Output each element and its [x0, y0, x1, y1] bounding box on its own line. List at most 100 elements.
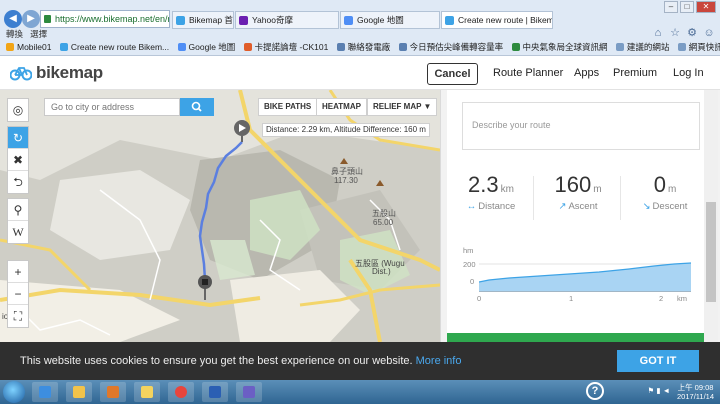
tab-bikemap[interactable]: Bikemap 首... — [172, 11, 234, 29]
divider — [620, 176, 621, 220]
taskbar-ie-icon[interactable] — [32, 382, 58, 402]
route-description-input[interactable]: Describe your route — [462, 102, 700, 150]
gear-icon[interactable]: ⚙ — [685, 26, 699, 40]
taskbar-word-icon[interactable] — [202, 382, 228, 402]
nav-log-in[interactable]: Log In — [673, 67, 704, 79]
delete-route-icon[interactable]: ✖ — [8, 149, 28, 171]
tab-label: Google 地圖 — [357, 15, 404, 25]
ascent-stat: 160 m ↗ Ascent — [535, 172, 621, 224]
maximize-icon[interactable]: □ — [680, 1, 694, 13]
save-route-button[interactable] — [447, 333, 705, 342]
bookmark-item[interactable]: Google 地圖 — [177, 40, 235, 54]
zoom-in-icon[interactable]: + — [8, 261, 28, 283]
descent-icon: ↘ — [642, 201, 651, 212]
divider — [533, 176, 534, 220]
volume-icon[interactable]: ◄ — [663, 386, 670, 395]
snap-route-icon[interactable]: ↻ — [8, 127, 28, 149]
tab-google-maps[interactable]: Google 地圖 — [340, 11, 440, 29]
site-header: bikemap Cancel Route Planner Apps Premiu… — [0, 56, 720, 90]
tab-yahoo[interactable]: Yahoo奇摩 — [235, 11, 339, 29]
elevation-x-unit: km — [677, 294, 687, 303]
convert-button[interactable]: 轉換 — [6, 29, 23, 39]
back-icon[interactable]: ◀ — [4, 10, 22, 28]
poi-tool-group: ⚲ W — [7, 198, 29, 244]
zoom-out-icon[interactable]: − — [8, 283, 28, 305]
panel-scrollbar[interactable] — [704, 90, 718, 342]
ascent-icon: ↗ — [558, 201, 567, 212]
minimize-icon[interactable]: – — [664, 1, 678, 13]
descent-label: Descent — [652, 201, 688, 212]
nav-premium[interactable]: Premium — [613, 67, 657, 79]
close-icon[interactable]: ✕ — [696, 1, 716, 13]
cookie-text: This website uses cookies to ensure you … — [20, 355, 462, 367]
fullscreen-icon[interactable]: ⛶ — [8, 305, 28, 327]
clock-time: 上午 09:08 — [677, 383, 714, 392]
tab-create-route[interactable]: Create new route | Bikema... — [441, 11, 553, 29]
yahoo-favicon-icon — [239, 16, 248, 25]
taskbar-media-icon[interactable] — [100, 382, 126, 402]
bookmark-item[interactable]: 中央氣象局全球資訊網 — [511, 40, 608, 54]
system-clock[interactable]: 上午 09:08 2017/11/14 — [677, 383, 714, 401]
system-tray: ⚑ ▮ ◄ — [648, 386, 671, 406]
network-icon[interactable]: ▮ — [656, 386, 660, 395]
tab-label: Bikemap 首... — [189, 15, 233, 25]
windows-taskbar: ? ⚑ ▮ ◄ 上午 09:08 2017/11/14 — [0, 380, 720, 404]
nav-apps[interactable]: Apps — [574, 67, 599, 79]
map-search-input[interactable] — [44, 98, 180, 116]
select-button[interactable]: 選擇 — [30, 29, 47, 39]
bookmark-item[interactable]: 卡提諾論壇 -CK101 — [243, 40, 328, 54]
start-button-icon[interactable] — [3, 381, 25, 403]
cancel-button[interactable]: Cancel — [427, 63, 478, 85]
peak-altitude: 65.00 — [373, 218, 394, 227]
nav-route-planner[interactable]: Route Planner — [493, 67, 563, 79]
taskbar-app-icon[interactable] — [236, 382, 262, 402]
route-map[interactable]: 鼻子頭山 117.30 五股山 65.00 五股區 (Wugu Dist.) i… — [0, 90, 440, 342]
help-icon[interactable]: ? — [586, 382, 604, 400]
locate-icon[interactable]: ◎ — [8, 99, 28, 121]
flag-icon[interactable]: ⚑ — [648, 386, 655, 395]
taskbar-folder-icon[interactable] — [66, 382, 92, 402]
bikemap-logo[interactable]: bikemap — [10, 63, 103, 83]
bike-paths-toggle[interactable]: BIKE PATHS — [258, 98, 318, 116]
favorites-toolbar: 轉換 選擇 — [6, 28, 47, 40]
map-search-button[interactable] — [180, 98, 214, 116]
home-icon[interactable]: ⌂ — [651, 26, 665, 40]
bookmark-item[interactable]: 網頁快訊圖庫 — [677, 40, 720, 54]
zoom-tool-group: + − ⛶ — [7, 260, 29, 328]
scrollbar-thumb[interactable] — [706, 202, 716, 302]
more-info-link[interactable]: More info — [416, 355, 462, 367]
bikemap-favicon-icon — [176, 16, 185, 25]
return-icon[interactable]: ⮌ — [8, 171, 28, 193]
elevation-x-tick: 1 — [569, 294, 574, 303]
bookmark-item[interactable]: 聯絡發電廠 — [336, 40, 390, 54]
bookmark-item[interactable]: Mobile01 — [6, 40, 52, 54]
address-text: https://www.bikemap.net/en/rou — [55, 14, 170, 24]
descent-unit: m — [667, 184, 677, 195]
marker-icon[interactable]: ⚲ — [8, 199, 28, 221]
tab-label: Yahoo奇摩 — [252, 15, 293, 25]
distance-value: 2.3 — [468, 172, 499, 197]
search-icon — [191, 101, 202, 112]
taskbar-chrome-icon[interactable] — [168, 382, 194, 402]
address-bar[interactable]: https://www.bikemap.net/en/rou — [40, 10, 170, 28]
distance-icon: ↔ — [466, 201, 477, 212]
bookmark-item[interactable]: 建議的網站 — [615, 40, 669, 54]
bookmark-item[interactable]: 今日預估尖峰備轉容量率 — [398, 40, 503, 54]
distance-tooltip: Distance: 2.29 km, Altitude Difference: … — [262, 123, 430, 137]
bikemap-favicon-icon — [59, 43, 68, 51]
got-it-button[interactable]: GOT IT — [617, 350, 699, 372]
wikipedia-icon[interactable]: W — [8, 221, 28, 243]
elevation-profile[interactable]: hm 200 0 0 1 2 km — [463, 246, 693, 308]
star-icon[interactable]: ☆ — [668, 26, 682, 40]
forward-icon[interactable]: ▶ — [22, 10, 40, 28]
clock-date: 2017/11/14 — [677, 392, 714, 401]
bookmark-item[interactable]: Create new route Bikem... — [59, 40, 169, 54]
distance-unit: km — [500, 184, 514, 195]
smiley-icon[interactable]: ☺ — [702, 26, 716, 40]
address-row: ◀ ▶ https://www.bikemap.net/en/rou Bikem… — [0, 8, 720, 30]
route-panel-content: Describe your route 2.3 km ↔ Distance 160 m… — [447, 90, 709, 342]
taskbar-app-icon[interactable] — [134, 382, 160, 402]
relief-map-toggle[interactable]: RELIEF MAP ▼ — [367, 98, 438, 116]
elevation-x-tick: 0 — [477, 294, 482, 303]
heatmap-toggle[interactable]: HEATMAP — [316, 98, 367, 116]
